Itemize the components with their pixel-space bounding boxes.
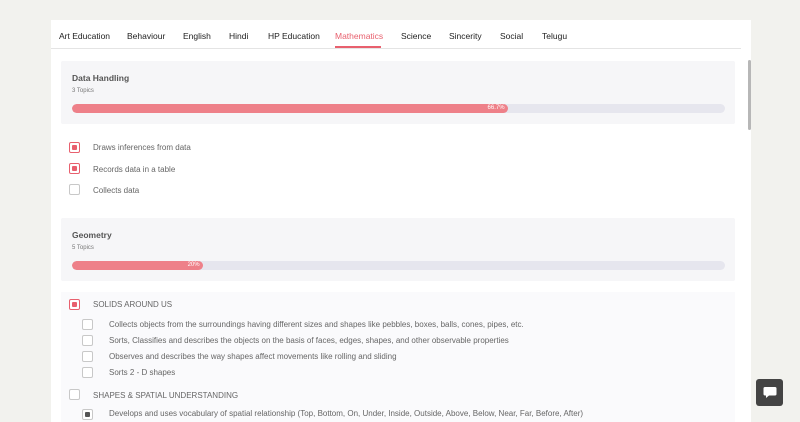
section-topic-count: 3 Topics xyxy=(72,88,94,94)
progress-label: 66.7% xyxy=(487,105,505,111)
checkbox[interactable] xyxy=(82,335,93,346)
tab-art-education[interactable]: Art Education xyxy=(59,31,110,41)
checkbox[interactable] xyxy=(69,142,80,153)
subtopic-label: Sorts, Classifies and describes the obje… xyxy=(109,336,509,345)
tab-hp-education[interactable]: HP Education xyxy=(268,31,320,41)
checkbox[interactable] xyxy=(82,351,93,362)
topic-group-label: SOLIDS AROUND US xyxy=(93,300,173,309)
topic-label: Collects data xyxy=(93,186,140,195)
main-panel: Art Education Behaviour English Hindi HP… xyxy=(51,20,751,422)
tab-behaviour[interactable]: Behaviour xyxy=(127,31,165,41)
chat-button[interactable] xyxy=(756,379,783,406)
checkbox[interactable] xyxy=(82,367,93,378)
topic-group-label: SHAPES & SPATIAL UNDERSTANDING xyxy=(93,391,239,400)
checkbox[interactable] xyxy=(82,319,93,330)
section-card-geometry: Geometry 5 Topics 20% xyxy=(61,218,735,281)
progress-bar: 20% xyxy=(72,261,725,270)
subtopic-label: Observes and describes the way shapes af… xyxy=(109,352,397,361)
subtopic-label: Develops and uses vocabulary of spatial … xyxy=(109,409,584,418)
section-card-data-handling: Data Handling 3 Topics 66.7% xyxy=(61,61,735,124)
tab-hindi[interactable]: Hindi xyxy=(229,31,248,41)
tab-english[interactable]: English xyxy=(183,31,211,41)
tab-mathematics[interactable]: Mathematics xyxy=(335,31,383,41)
checkbox[interactable] xyxy=(69,184,80,195)
scrollbar-thumb[interactable] xyxy=(748,60,751,130)
progress-label: 20% xyxy=(187,262,200,268)
checkbox[interactable] xyxy=(69,389,80,400)
checkbox[interactable] xyxy=(69,163,80,174)
progress-bar: 66.7% xyxy=(72,104,725,113)
subtopic-label: Collects objects from the surroundings h… xyxy=(109,320,524,329)
subject-tabs: Art Education Behaviour English Hindi HP… xyxy=(51,20,741,49)
section-topic-count: 5 Topics xyxy=(72,245,94,251)
section-title: Data Handling xyxy=(72,73,130,83)
active-tab-indicator xyxy=(335,46,381,48)
checkbox[interactable] xyxy=(69,299,80,310)
tab-science[interactable]: Science xyxy=(401,31,431,41)
progress-fill: 20% xyxy=(72,261,203,270)
section-title: Geometry xyxy=(72,230,112,240)
subtopic-label: Sorts 2 - D shapes xyxy=(109,368,176,377)
progress-fill: 66.7% xyxy=(72,104,508,113)
tab-sincerity[interactable]: Sincerity xyxy=(449,31,482,41)
topic-label: Records data in a table xyxy=(93,165,176,174)
topic-label: Draws inferences from data xyxy=(93,143,191,152)
checkbox[interactable] xyxy=(82,409,93,420)
tab-telugu[interactable]: Telugu xyxy=(542,31,567,41)
tab-social[interactable]: Social xyxy=(500,31,523,41)
chat-bubble-icon xyxy=(763,387,776,398)
